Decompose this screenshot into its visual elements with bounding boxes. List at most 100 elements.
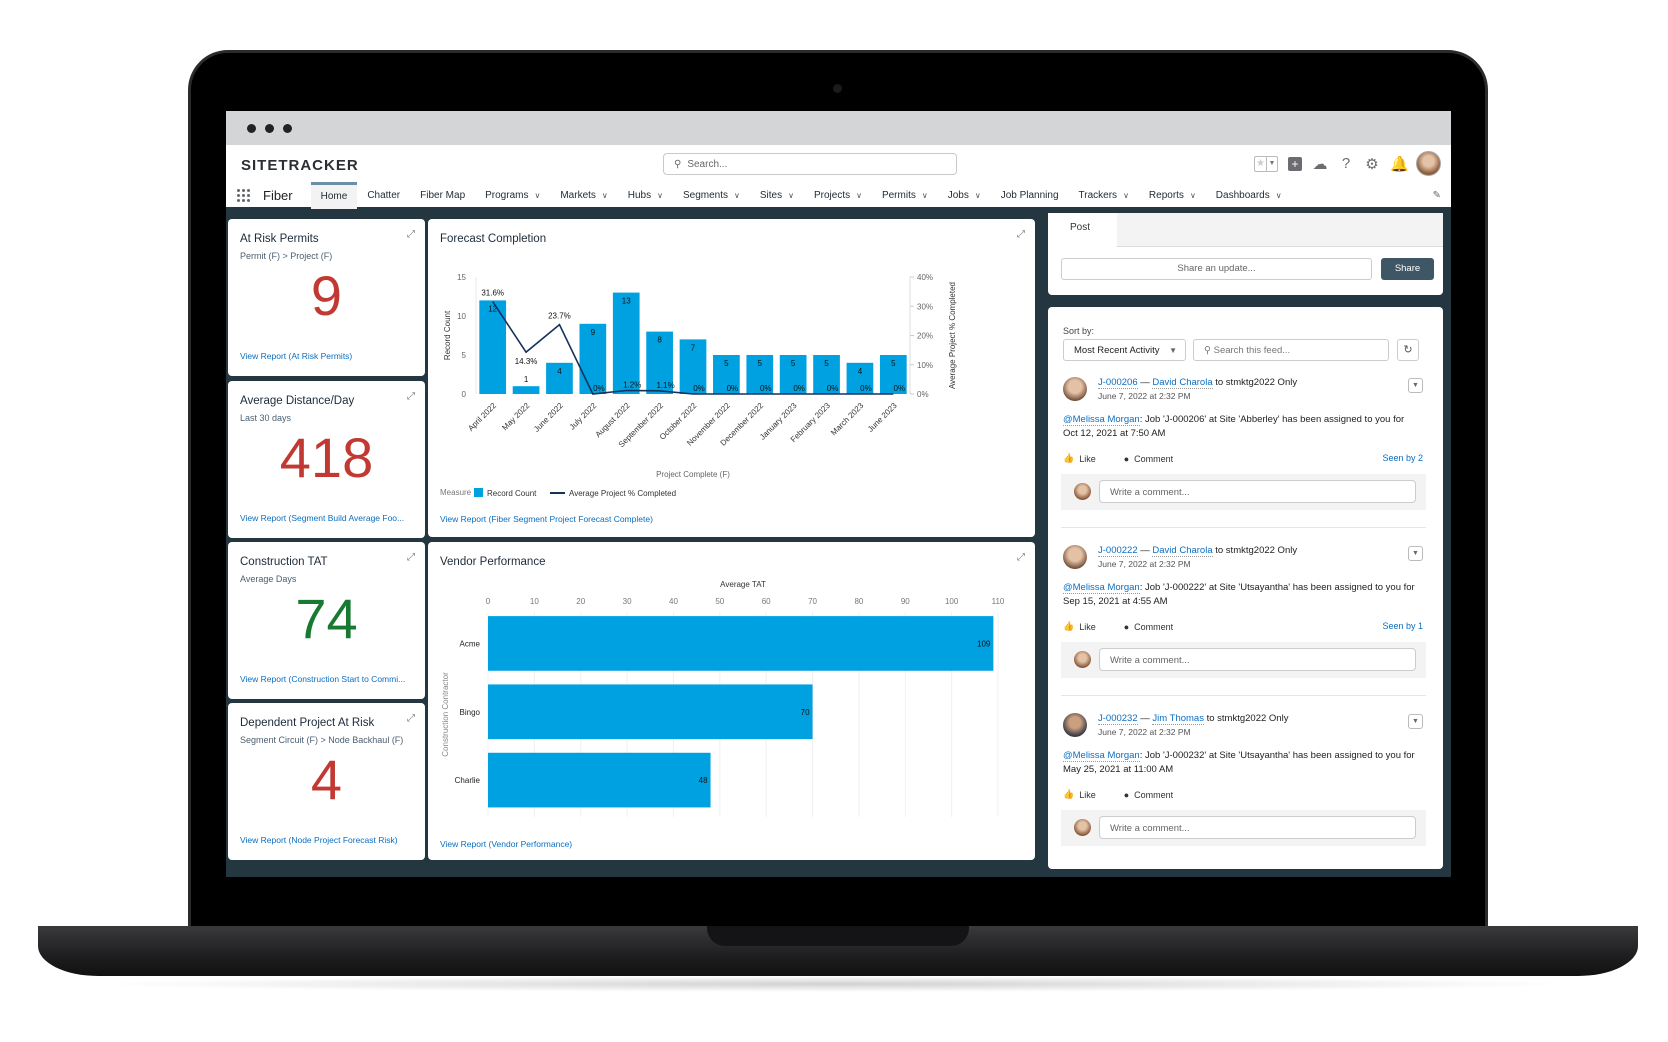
expand-icon[interactable]: ⤢ (407, 229, 415, 240)
post-header: J-000206 — David Charola to stmktg2022 O… (1098, 377, 1298, 389)
app-launcher-icon[interactable] (237, 188, 251, 202)
sort-select[interactable]: Most Recent Activity ▼ (1063, 339, 1186, 361)
expand-icon[interactable]: ⤢ (407, 713, 415, 724)
chevron-down-icon[interactable]: ∨ (856, 191, 862, 200)
share-update-input[interactable]: Share an update... (1061, 258, 1372, 280)
comment-button[interactable]: ● Comment (1124, 789, 1173, 800)
author-avatar[interactable] (1063, 713, 1087, 737)
comment-button[interactable]: ● Comment (1124, 621, 1173, 632)
like-button[interactable]: 👍 Like (1063, 453, 1096, 464)
view-report-link[interactable]: View Report (Segment Build Average Foo..… (240, 513, 404, 523)
mention-link[interactable]: @Melissa Morgan (1063, 414, 1140, 426)
trailhead-icon[interactable]: ☁ (1312, 155, 1328, 173)
job-link[interactable]: J-000222 (1098, 545, 1138, 557)
author-link[interactable]: David Charola (1152, 377, 1213, 389)
expand-icon[interactable]: ⤢ (407, 391, 415, 402)
nav-item-hubs[interactable]: Hubs ∨ (618, 182, 673, 209)
chevron-down-icon[interactable]: ∨ (1190, 191, 1196, 200)
seen-by-link[interactable]: Seen by 2 (1382, 453, 1423, 463)
nav-item-reports[interactable]: Reports ∨ (1139, 182, 1206, 209)
nav-item-jobs[interactable]: Jobs ∨ (938, 182, 991, 209)
sort-value: Most Recent Activity (1074, 345, 1160, 356)
chevron-down-icon[interactable]: ∨ (922, 191, 928, 200)
view-report-link[interactable]: View Report (Node Project Forecast Risk) (240, 835, 398, 845)
comment-input[interactable]: Write a comment... (1099, 480, 1416, 503)
feed-post: J-000222 — David Charola to stmktg2022 O… (1048, 545, 1443, 713)
view-report-link[interactable]: View Report (At Risk Permits) (240, 351, 352, 361)
mention-link[interactable]: @Melissa Morgan (1063, 582, 1140, 594)
seen-by-link[interactable]: Seen by 1 (1382, 621, 1423, 631)
y-axis-title: Record Count (443, 310, 452, 360)
edit-nav-icon[interactable]: ✎ (1433, 190, 1441, 201)
chevron-down-icon[interactable]: ∨ (788, 191, 794, 200)
post-menu-button[interactable]: ▼ (1408, 546, 1423, 561)
view-report-link[interactable]: View Report (Fiber Segment Project Forec… (440, 514, 653, 524)
favorites-button[interactable]: ★ ▼ (1254, 155, 1278, 172)
chevron-down-icon[interactable]: ∨ (734, 191, 740, 200)
author-link[interactable]: Jim Thomas (1152, 713, 1204, 725)
post-date[interactable]: June 7, 2022 at 2:32 PM (1098, 559, 1191, 569)
tab-post[interactable]: Post (1048, 213, 1117, 247)
like-button[interactable]: 👍 Like (1063, 621, 1096, 632)
comment-input[interactable]: Write a comment... (1099, 648, 1416, 671)
feed-search-input[interactable]: ⚲ Search this feed... (1193, 339, 1389, 361)
comment-bubble-icon: ● (1123, 453, 1130, 464)
expand-icon[interactable]: ⤢ (407, 552, 415, 563)
like-button[interactable]: 👍 Like (1063, 789, 1096, 800)
add-icon[interactable]: + (1288, 156, 1302, 171)
window-minimize-dot[interactable] (265, 123, 274, 133)
mention-link[interactable]: @Melissa Morgan (1063, 750, 1140, 762)
chevron-down-icon[interactable]: ∨ (657, 191, 663, 200)
y-tick-label: 10 (457, 312, 466, 321)
nav-item-programs[interactable]: Programs ∨ (475, 182, 550, 209)
line-value-label: 0% (693, 384, 705, 393)
nav-item-segments[interactable]: Segments ∨ (673, 182, 750, 209)
nav-item-permits[interactable]: Permits ∨ (872, 182, 938, 209)
bar-value-label: 5 (758, 359, 763, 368)
window-maximize-dot[interactable] (283, 123, 292, 133)
view-report-link[interactable]: View Report (Construction Start to Commi… (240, 674, 405, 684)
bar-value-label: 109 (977, 639, 991, 648)
post-menu-button[interactable]: ▼ (1408, 378, 1423, 393)
author-link[interactable]: David Charola (1152, 545, 1213, 557)
post-date[interactable]: June 7, 2022 at 2:32 PM (1098, 391, 1191, 401)
nav-item-dashboards[interactable]: Dashboards ∨ (1206, 182, 1292, 209)
chevron-down-icon[interactable]: ∨ (1123, 191, 1129, 200)
share-button[interactable]: Share (1381, 258, 1434, 280)
comment-input[interactable]: Write a comment... (1099, 816, 1416, 839)
bell-icon[interactable]: 🔔 (1390, 155, 1409, 173)
global-search-input[interactable]: ⚲ Search... (663, 153, 957, 175)
window-close-dot[interactable] (247, 123, 256, 133)
nav-item-home[interactable]: Home (310, 181, 358, 209)
job-link[interactable]: J-000232 (1098, 713, 1138, 725)
post-date[interactable]: June 7, 2022 at 2:32 PM (1098, 727, 1191, 737)
view-report-link[interactable]: View Report (Vendor Performance) (440, 839, 572, 849)
chevron-down-icon[interactable]: ∨ (975, 191, 981, 200)
comment-button[interactable]: ● Comment (1124, 453, 1173, 464)
nav-item-sites[interactable]: Sites ∨ (750, 182, 804, 209)
chevron-down-icon[interactable]: ∨ (602, 191, 608, 200)
nav-item-job-planning[interactable]: Job Planning (991, 182, 1069, 209)
job-link[interactable]: J-000206 (1098, 377, 1138, 389)
app-nav: Fiber Home Chatter Fiber Map Programs ∨ Marke… (226, 181, 1451, 210)
nav-item-chatter[interactable]: Chatter (357, 182, 410, 209)
y-tick-label: 0 (462, 390, 467, 399)
chevron-down-icon[interactable]: ∨ (534, 191, 540, 200)
refresh-button[interactable]: ↻ (1397, 339, 1419, 361)
sitetracker-logo[interactable]: SITETRACKER (241, 157, 359, 174)
nav-item-label: Markets (560, 189, 596, 201)
nav-item-markets[interactable]: Markets ∨ (550, 182, 617, 209)
nav-item-fiber-map[interactable]: Fiber Map (410, 182, 475, 209)
post-audience: to stmktg2022 Only (1215, 545, 1298, 556)
nav-item-trackers[interactable]: Trackers ∨ (1069, 182, 1139, 209)
chevron-down-icon[interactable]: ∨ (1276, 191, 1282, 200)
help-icon[interactable]: ? (1338, 155, 1354, 172)
author-avatar[interactable] (1063, 377, 1087, 401)
user-avatar[interactable] (1416, 151, 1441, 176)
post-menu-button[interactable]: ▼ (1408, 714, 1423, 729)
thumbs-up-icon: 👍 (1063, 789, 1075, 799)
author-avatar[interactable] (1063, 545, 1087, 569)
comment-label: Comment (1134, 789, 1174, 800)
gear-icon[interactable]: ⚙ (1364, 155, 1380, 173)
nav-item-projects[interactable]: Projects ∨ (804, 182, 872, 209)
